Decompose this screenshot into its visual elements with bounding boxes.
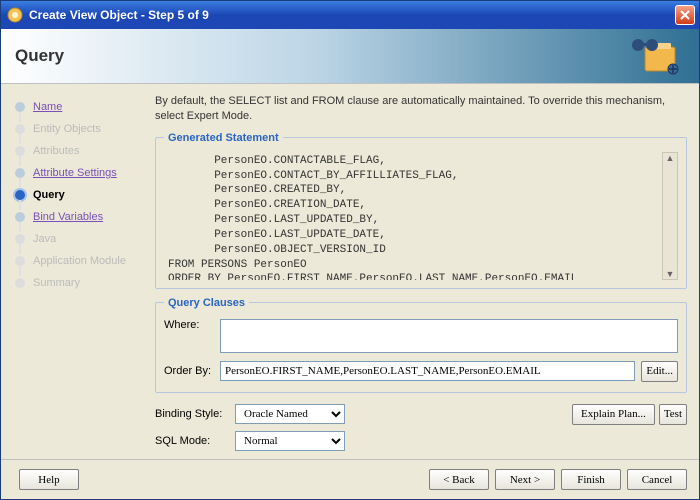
sql-mode-select[interactable]: Normal — [235, 431, 345, 451]
test-button[interactable]: Test — [659, 404, 687, 425]
query-clauses-group: Query Clauses Where: Order By: Edit... — [155, 297, 687, 393]
orderby-label: Order By: — [164, 365, 220, 377]
wizard-step-application-module: Application Module — [9, 250, 145, 272]
explain-plan-button[interactable]: Explain Plan... — [572, 404, 655, 425]
next-button[interactable]: Next > — [495, 469, 555, 490]
where-label: Where: — [164, 319, 220, 331]
where-input[interactable] — [220, 319, 678, 353]
wizard-step-label: Entity Objects — [33, 123, 101, 135]
banner: Query — [1, 29, 699, 84]
binding-style-label: Binding Style: — [155, 408, 235, 420]
wizard-step-attribute-settings[interactable]: Attribute Settings — [9, 162, 145, 184]
wizard-step-label: Query — [33, 189, 65, 201]
finish-button[interactable]: Finish — [561, 469, 621, 490]
wizard-step-label: Attributes — [33, 145, 79, 157]
wizard-step-bind-variables[interactable]: Bind Variables — [9, 206, 145, 228]
generated-sql: PersonEO.CONTACTABLE_FLAG, PersonEO.CONT… — [164, 152, 662, 280]
binding-style-select[interactable]: Oracle Named — [235, 404, 345, 424]
wizard-steps: Name Entity Objects Attributes Attribute Se… — [1, 84, 151, 459]
wizard-window: Create View Object - Step 5 of 9 Query N… — [0, 0, 700, 500]
query-clauses-legend: Query Clauses — [164, 297, 249, 309]
window-title: Create View Object - Step 5 of 9 — [29, 8, 209, 22]
generated-statement-legend: Generated Statement — [164, 132, 283, 144]
orderby-input[interactable] — [220, 361, 635, 381]
wizard-step-label: Summary — [33, 277, 80, 289]
titlebar: Create View Object - Step 5 of 9 — [1, 1, 699, 29]
wizard-step-label: Java — [33, 233, 56, 245]
edit-orderby-button[interactable]: Edit... — [641, 361, 678, 382]
wizard-step-java: Java — [9, 228, 145, 250]
window-close-button[interactable] — [675, 5, 695, 25]
page-title: Query — [15, 46, 64, 66]
intro-text: By default, the SELECT list and FROM cla… — [155, 94, 687, 124]
wizard-step-label: Application Module — [33, 255, 126, 267]
wizard-step-entity-objects: Entity Objects — [9, 118, 145, 140]
wizard-step-summary: Summary — [9, 272, 145, 294]
wizard-step-label: Name — [33, 101, 62, 113]
cancel-button[interactable]: Cancel — [627, 469, 687, 490]
back-button[interactable]: < Back — [429, 469, 489, 490]
wizard-step-query[interactable]: Query — [9, 184, 145, 206]
app-icon — [7, 7, 23, 23]
sql-mode-label: SQL Mode: — [155, 435, 235, 447]
wizard-step-label: Attribute Settings — [33, 167, 117, 179]
sql-scrollbar[interactable]: ▲ ▼ — [662, 152, 678, 280]
wizard-footer: Help < Back Next > Finish Cancel — [1, 459, 699, 499]
wizard-step-attributes: Attributes — [9, 140, 145, 162]
wizard-step-name[interactable]: Name — [9, 96, 145, 118]
scroll-up-icon[interactable]: ▲ — [666, 153, 675, 163]
wizard-step-label: Bind Variables — [33, 211, 103, 223]
scroll-down-icon[interactable]: ▼ — [666, 269, 675, 279]
generated-statement-group: Generated Statement PersonEO.CONTACTABLE… — [155, 132, 687, 289]
banner-icon — [627, 35, 681, 77]
main-panel: By default, the SELECT list and FROM cla… — [151, 84, 699, 459]
help-button[interactable]: Help — [19, 469, 79, 490]
